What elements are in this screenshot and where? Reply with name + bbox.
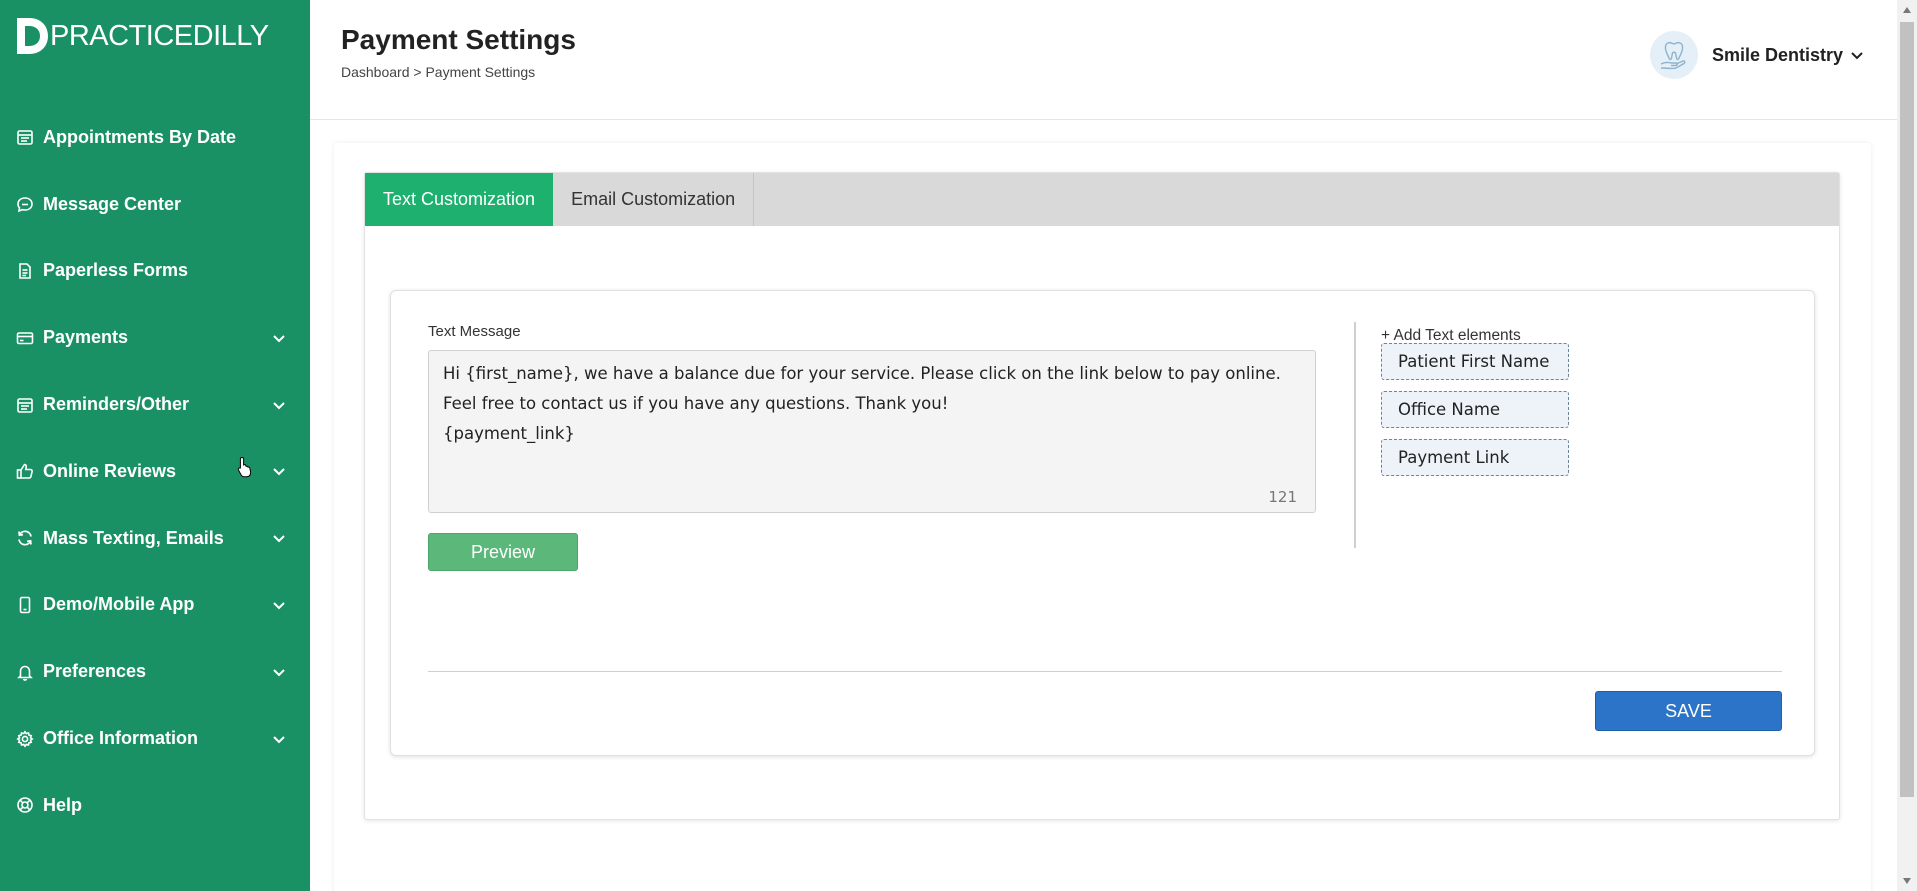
chevron-down-icon[interactable] (270, 596, 288, 614)
sidebar: PRACTICEDILLY Appointments By Date Messa… (0, 0, 310, 891)
sidebar-item-demo-mobile-app[interactable]: Demo/Mobile App (0, 572, 310, 639)
avatar (1650, 31, 1698, 79)
chevron-down-icon[interactable] (270, 663, 288, 681)
sidebar-item-preferences[interactable]: Preferences (0, 638, 310, 705)
scroll-up-arrow-icon[interactable] (1902, 5, 1912, 15)
refresh-icon (15, 528, 35, 548)
brand-name: PRACTICEDILLY (50, 19, 269, 52)
text-message-input[interactable]: Hi {first_name}, we have a balance due f… (428, 350, 1316, 513)
sidebar-item-mass-texting-emails[interactable]: Mass Texting, Emails (0, 505, 310, 572)
sidebar-item-label: Reminders/Other (43, 394, 190, 415)
credit-card-icon (15, 328, 35, 348)
chat-icon (15, 194, 35, 214)
tab-text-customization[interactable]: Text Customization (365, 173, 554, 226)
tab-bar: Text Customization Email Customization (365, 173, 1839, 226)
sidebar-item-paperless-forms[interactable]: Paperless Forms (0, 238, 310, 305)
scroll-down-arrow-icon[interactable] (1902, 876, 1912, 886)
page-scrollbar[interactable] (1897, 0, 1917, 891)
save-button[interactable]: SAVE (1595, 691, 1782, 731)
profile-menu[interactable]: Smile Dentistry (1650, 31, 1865, 79)
settings-panel: Text Customization Email Customization T… (364, 172, 1840, 820)
chevron-down-icon[interactable] (270, 529, 288, 547)
sidebar-item-payments[interactable]: Payments (0, 304, 310, 371)
sidebar-item-help[interactable]: Help (0, 772, 310, 839)
chevron-down-icon[interactable] (270, 329, 288, 347)
calendar-icon (15, 395, 35, 415)
breadcrumb: Dashboard > Payment Settings (341, 64, 536, 80)
document-icon (15, 261, 35, 281)
chevron-down-icon[interactable] (270, 462, 288, 480)
calendar-icon (15, 127, 35, 147)
sidebar-item-label: Appointments By Date (43, 126, 237, 147)
main-content: Payment Settings Dashboard > Payment Set… (310, 0, 1897, 891)
sidebar-item-label: Demo/Mobile App (43, 594, 195, 615)
sidebar-item-appointments-by-date[interactable]: Appointments By Date (0, 104, 310, 171)
bell-icon (15, 662, 35, 682)
text-message-label: Text Message (428, 323, 521, 340)
sidebar-item-online-reviews[interactable]: Online Reviews (0, 438, 310, 505)
vertical-divider (1354, 322, 1356, 548)
chevron-down-icon[interactable] (270, 396, 288, 414)
hand-cursor-icon (237, 456, 252, 478)
horizontal-divider (428, 671, 1782, 672)
practicedilly-logo-icon (17, 18, 48, 54)
sidebar-item-office-information[interactable]: Office Information (0, 705, 310, 772)
thumbs-up-icon (15, 461, 35, 481)
sidebar-item-reminders-other[interactable]: Reminders/Other (0, 371, 310, 438)
tooth-icon (1660, 41, 1686, 70)
preview-button[interactable]: Preview (428, 533, 578, 571)
chevron-down-icon[interactable] (1849, 47, 1865, 63)
tab-email-customization[interactable]: Email Customization (553, 173, 755, 226)
sidebar-item-label: Preferences (43, 661, 147, 682)
page-title: Payment Settings (341, 24, 576, 55)
chip-patient-first-name[interactable]: Patient First Name (1381, 343, 1569, 380)
chip-office-name[interactable]: Office Name (1381, 391, 1569, 428)
sidebar-nav: Appointments By Date Message Center Pape… (0, 104, 310, 839)
gear-icon (15, 729, 35, 749)
mobile-icon (15, 595, 35, 615)
sidebar-item-label: Paperless Forms (43, 260, 189, 281)
sidebar-item-label: Payments (43, 327, 129, 348)
brand-logo[interactable]: PRACTICEDILLY (14, 16, 269, 56)
chevron-down-icon[interactable] (270, 730, 288, 748)
sidebar-item-label: Online Reviews (43, 460, 177, 481)
scroll-thumb[interactable] (1900, 22, 1914, 797)
text-customization-card: Text Message Hi {first_name}, we have a … (390, 290, 1815, 756)
text-message-value[interactable]: Hi {first_name}, we have a balance due f… (443, 359, 1303, 449)
char-count: 121 (1268, 488, 1297, 506)
sidebar-item-label: Message Center (43, 193, 182, 214)
sidebar-item-label: Mass Texting, Emails (43, 527, 224, 548)
profile-name: Smile Dentistry (1712, 44, 1844, 65)
sidebar-item-label: Office Information (43, 728, 199, 749)
chip-payment-link[interactable]: Payment Link (1381, 439, 1569, 476)
sidebar-item-label: Help (43, 794, 83, 815)
header-divider (310, 119, 1897, 120)
lifebuoy-icon (15, 795, 35, 815)
sidebar-item-message-center[interactable]: Message Center (0, 171, 310, 238)
